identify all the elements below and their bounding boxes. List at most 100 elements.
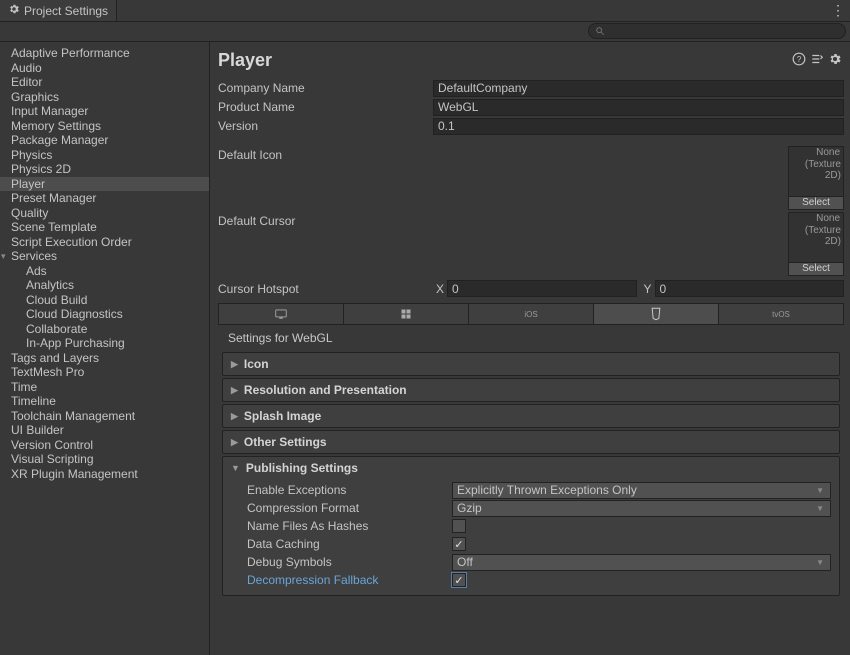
- sidebar-item-textmesh-pro[interactable]: TextMesh Pro: [0, 365, 209, 380]
- asset-select-button[interactable]: Select: [789, 262, 843, 275]
- debug-symbols-label: Debug Symbols: [247, 555, 452, 569]
- svg-text:?: ?: [797, 55, 802, 64]
- group-splash-title: Splash Image: [244, 409, 321, 423]
- gear-icon: [8, 3, 20, 18]
- page-title: Player: [218, 50, 272, 71]
- compression-format-label: Compression Format: [247, 501, 452, 515]
- platform-tab-ios[interactable]: iOS: [469, 304, 594, 324]
- sidebar-item-input-manager[interactable]: Input Manager: [0, 104, 209, 119]
- triangle-down-icon: ▼: [231, 463, 240, 473]
- ios-label: iOS: [524, 310, 537, 319]
- asset-select-button[interactable]: Select: [789, 196, 843, 209]
- titlebar: Project Settings ⋮: [0, 0, 850, 22]
- platform-tab-standalone[interactable]: [219, 304, 344, 324]
- triangle-right-icon: ▶: [231, 359, 238, 370]
- product-name-input[interactable]: [433, 99, 844, 116]
- sidebar-item-ads[interactable]: Ads: [0, 264, 209, 279]
- group-icon-title: Icon: [244, 357, 269, 371]
- compression-format-dropdown[interactable]: Gzip: [452, 500, 831, 517]
- group-publishing-header[interactable]: ▼ Publishing Settings: [223, 457, 839, 479]
- help-icon[interactable]: ?: [790, 52, 808, 69]
- enable-exceptions-value: Explicitly Thrown Exceptions Only: [457, 483, 637, 497]
- enable-exceptions-dropdown[interactable]: Explicitly Thrown Exceptions Only: [452, 482, 831, 499]
- sidebar-item-preset-manager[interactable]: Preset Manager: [0, 191, 209, 206]
- sidebar-item-services[interactable]: Services: [0, 249, 209, 264]
- project-settings-tab[interactable]: Project Settings: [0, 0, 117, 21]
- platform-tab-uwp[interactable]: [344, 304, 469, 324]
- sidebar-item-xr-plugin-management[interactable]: XR Plugin Management: [0, 467, 209, 482]
- triangle-right-icon: ▶: [231, 437, 238, 448]
- asset-type-text: (Texture 2D): [789, 225, 843, 248]
- hotspot-y-input[interactable]: [655, 280, 845, 297]
- sidebar-item-cloud-diagnostics[interactable]: Cloud Diagnostics: [0, 307, 209, 322]
- company-name-input[interactable]: [433, 80, 844, 97]
- tvos-label: tvOS: [772, 310, 790, 319]
- webgl-icon: [650, 307, 662, 321]
- group-other[interactable]: ▶Other Settings: [222, 430, 840, 454]
- enable-exceptions-label: Enable Exceptions: [247, 483, 452, 497]
- sidebar-item-version-control[interactable]: Version Control: [0, 438, 209, 453]
- settings-for-label: Settings for WebGL: [218, 325, 844, 351]
- presets-icon[interactable]: [808, 52, 826, 69]
- product-name-label: Product Name: [218, 100, 433, 114]
- asset-none-text: None: [789, 147, 843, 159]
- name-files-as-hashes-checkbox[interactable]: [452, 519, 466, 533]
- sidebar-item-tags-and-layers[interactable]: Tags and Layers: [0, 351, 209, 366]
- data-caching-label: Data Caching: [247, 537, 452, 551]
- sidebar-item-collaborate[interactable]: Collaborate: [0, 322, 209, 337]
- sidebar-item-cloud-build[interactable]: Cloud Build: [0, 293, 209, 308]
- group-resolution[interactable]: ▶Resolution and Presentation: [222, 378, 840, 402]
- search-icon: [595, 26, 605, 36]
- default-icon-label: Default Icon: [218, 146, 433, 162]
- sidebar-item-analytics[interactable]: Analytics: [0, 278, 209, 293]
- version-label: Version: [218, 119, 433, 133]
- sidebar-item-timeline[interactable]: Timeline: [0, 394, 209, 409]
- sidebar-item-package-manager[interactable]: Package Manager: [0, 133, 209, 148]
- window-menu-icon[interactable]: ⋮: [826, 0, 850, 21]
- windows-icon: [400, 308, 412, 320]
- player-settings-panel: Player ? Company Name Product Name: [210, 42, 850, 655]
- decompression-fallback-checkbox[interactable]: [452, 573, 466, 587]
- triangle-right-icon: ▶: [231, 385, 238, 396]
- sidebar-item-player[interactable]: Player: [0, 177, 209, 192]
- debug-symbols-dropdown[interactable]: Off: [452, 554, 831, 571]
- platform-tab-tvos[interactable]: tvOS: [719, 304, 843, 324]
- group-icon[interactable]: ▶ Icon: [222, 352, 840, 376]
- sidebar-item-physics[interactable]: Physics: [0, 148, 209, 163]
- sidebar-item-audio[interactable]: Audio: [0, 61, 209, 76]
- sidebar-item-editor[interactable]: Editor: [0, 75, 209, 90]
- default-cursor-picker[interactable]: None (Texture 2D) Select: [788, 212, 844, 276]
- group-splash[interactable]: ▶ Splash Image: [222, 404, 840, 428]
- asset-type-text: (Texture 2D): [789, 159, 843, 182]
- sidebar-item-toolchain-management[interactable]: Toolchain Management: [0, 409, 209, 424]
- compression-format-value: Gzip: [457, 501, 482, 515]
- data-caching-checkbox[interactable]: [452, 537, 466, 551]
- sidebar-item-memory-settings[interactable]: Memory Settings: [0, 119, 209, 134]
- monitor-icon: [274, 308, 288, 320]
- search-input[interactable]: [588, 23, 846, 39]
- version-input[interactable]: [433, 118, 844, 135]
- hotspot-x-label: X: [433, 282, 447, 296]
- sidebar-item-adaptive-performance[interactable]: Adaptive Performance: [0, 46, 209, 61]
- triangle-right-icon: ▶: [231, 411, 238, 422]
- sidebar-item-time[interactable]: Time: [0, 380, 209, 395]
- default-cursor-label: Default Cursor: [218, 212, 433, 228]
- sidebar-item-quality[interactable]: Quality: [0, 206, 209, 221]
- sidebar-item-in-app-purchasing[interactable]: In-App Purchasing: [0, 336, 209, 351]
- sidebar-item-graphics[interactable]: Graphics: [0, 90, 209, 105]
- sidebar-item-ui-builder[interactable]: UI Builder: [0, 423, 209, 438]
- platform-tabs: iOS tvOS: [218, 303, 844, 325]
- hotspot-y-label: Y: [641, 282, 655, 296]
- settings-category-list: Adaptive Performance Audio Editor Graphi…: [0, 42, 210, 655]
- settings-gear-icon[interactable]: [826, 52, 844, 69]
- platform-tab-webgl[interactable]: [594, 304, 719, 324]
- sidebar-item-scene-template[interactable]: Scene Template: [0, 220, 209, 235]
- group-publishing-title: Publishing Settings: [246, 461, 358, 475]
- decompression-fallback-label: Decompression Fallback: [247, 573, 452, 587]
- default-icon-picker[interactable]: None (Texture 2D) Select: [788, 146, 844, 210]
- hotspot-x-input[interactable]: [447, 280, 637, 297]
- sidebar-item-script-execution-order[interactable]: Script Execution Order: [0, 235, 209, 250]
- sidebar-item-physics-2d[interactable]: Physics 2D: [0, 162, 209, 177]
- debug-symbols-value: Off: [457, 555, 473, 569]
- sidebar-item-visual-scripting[interactable]: Visual Scripting: [0, 452, 209, 467]
